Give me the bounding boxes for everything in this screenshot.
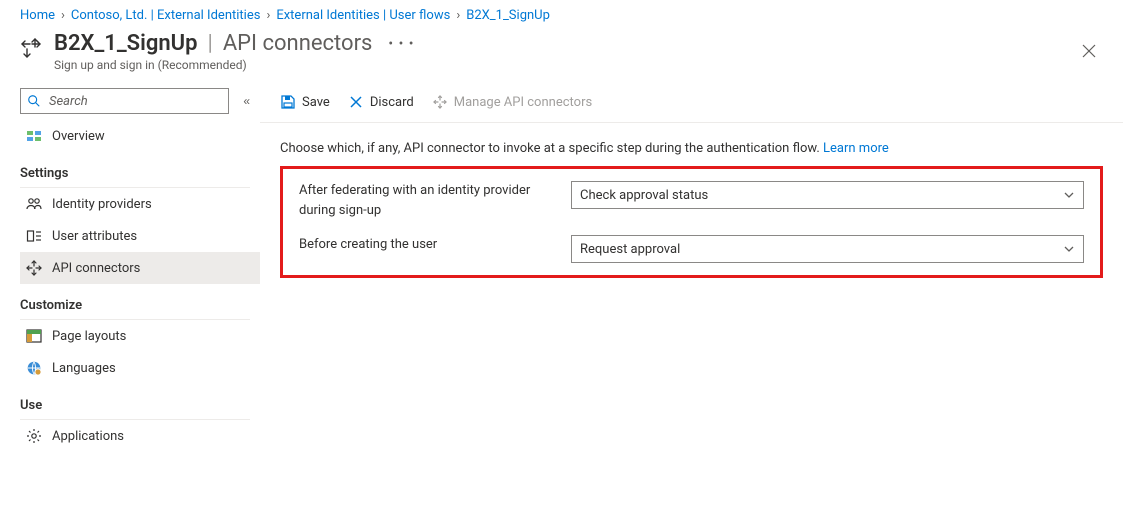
sidebar-item-page-layouts[interactable]: Page layouts xyxy=(20,320,260,352)
sidebar-item-user-attributes[interactable]: User attributes xyxy=(20,220,260,252)
close-icon xyxy=(1082,44,1096,58)
close-button[interactable] xyxy=(1075,37,1103,65)
globe-icon xyxy=(26,360,42,376)
expand-arrows-icon[interactable] xyxy=(20,37,42,59)
toolbar-label: Manage API connectors xyxy=(454,95,592,110)
people-icon xyxy=(26,196,42,212)
search-input[interactable] xyxy=(47,93,222,110)
select-before-creating[interactable]: Request approval xyxy=(571,235,1084,263)
sidebar-item-languages[interactable]: Languages xyxy=(20,352,260,384)
chevron-right-icon: › xyxy=(61,8,65,23)
sidebar-item-api-connectors[interactable]: API connectors xyxy=(20,252,260,284)
main-content: Save Discard Manage API connectors Choos… xyxy=(260,80,1123,452)
breadcrumb: Home › Contoso, Ltd. | External Identiti… xyxy=(0,0,1123,27)
chevron-double-left-icon: « xyxy=(243,94,250,108)
chevron-right-icon: › xyxy=(456,8,460,23)
form-row-after-federating: After federating with an identity provid… xyxy=(299,181,1084,221)
learn-more-link[interactable]: Learn more xyxy=(823,141,889,156)
sidebar-section-settings: Settings xyxy=(20,152,250,188)
form-label: Before creating the user xyxy=(299,235,559,255)
collapse-sidebar-button[interactable]: « xyxy=(239,92,254,110)
page-header: B2X_1_SignUp | API connectors • • • Sign… xyxy=(0,27,1123,80)
save-icon xyxy=(280,94,296,110)
sidebar-item-label: Overview xyxy=(52,129,105,144)
manage-api-connectors-button[interactable]: Manage API connectors xyxy=(432,94,592,110)
sidebar-section-use: Use xyxy=(20,384,250,420)
sidebar-item-label: Page layouts xyxy=(52,329,126,344)
page-title-main: B2X_1_SignUp xyxy=(54,31,197,56)
select-after-federating[interactable]: Check approval status xyxy=(571,181,1084,209)
breadcrumb-home[interactable]: Home xyxy=(20,8,55,23)
save-button[interactable]: Save xyxy=(280,94,330,110)
chevron-down-icon xyxy=(1063,243,1075,255)
highlight-box: After federating with an identity provid… xyxy=(280,166,1103,278)
sidebar-item-label: User attributes xyxy=(52,229,137,244)
search-box[interactable] xyxy=(20,88,229,114)
discard-button[interactable]: Discard xyxy=(348,94,414,110)
intro-text: Choose which, if any, API connector to i… xyxy=(280,141,1103,156)
gear-icon xyxy=(26,428,42,444)
sidebar-item-label: Applications xyxy=(52,429,124,444)
more-actions-icon[interactable]: • • • xyxy=(380,36,414,52)
select-value: Request approval xyxy=(580,242,680,257)
breadcrumb-contoso[interactable]: Contoso, Ltd. | External Identities xyxy=(71,8,261,23)
search-icon xyxy=(27,94,41,108)
form-row-before-creating: Before creating the user Request approva… xyxy=(299,235,1084,263)
sidebar-item-label: Identity providers xyxy=(52,197,152,212)
breadcrumb-current[interactable]: B2X_1_SignUp xyxy=(466,8,550,23)
layouts-icon xyxy=(26,328,42,344)
sidebar: « Overview Settings Identity providers U… xyxy=(0,80,260,452)
attributes-icon xyxy=(26,228,42,244)
form-label: After federating with an identity provid… xyxy=(299,181,559,221)
page-subtitle: Sign up and sign in (Recommended) xyxy=(54,58,415,72)
chevron-down-icon xyxy=(1063,189,1075,201)
breadcrumb-userflows[interactable]: External Identities | User flows xyxy=(276,8,450,23)
toolbar: Save Discard Manage API connectors xyxy=(260,82,1123,123)
sidebar-item-label: Languages xyxy=(52,361,116,376)
manage-icon xyxy=(432,94,448,110)
sidebar-section-customize: Customize xyxy=(20,284,250,320)
sidebar-item-overview[interactable]: Overview xyxy=(20,120,260,152)
toolbar-label: Discard xyxy=(370,95,414,110)
sidebar-item-applications[interactable]: Applications xyxy=(20,420,260,452)
page-title-sub: API connectors xyxy=(223,31,373,56)
connectors-icon xyxy=(26,260,42,276)
chevron-right-icon: › xyxy=(266,8,270,23)
toolbar-label: Save xyxy=(302,95,330,110)
sidebar-item-label: API connectors xyxy=(52,261,140,276)
page-title: B2X_1_SignUp | API connectors • • • xyxy=(54,31,415,56)
sidebar-item-identity-providers[interactable]: Identity providers xyxy=(20,188,260,220)
select-value: Check approval status xyxy=(580,188,708,203)
discard-icon xyxy=(348,94,364,110)
overview-icon xyxy=(26,128,42,144)
